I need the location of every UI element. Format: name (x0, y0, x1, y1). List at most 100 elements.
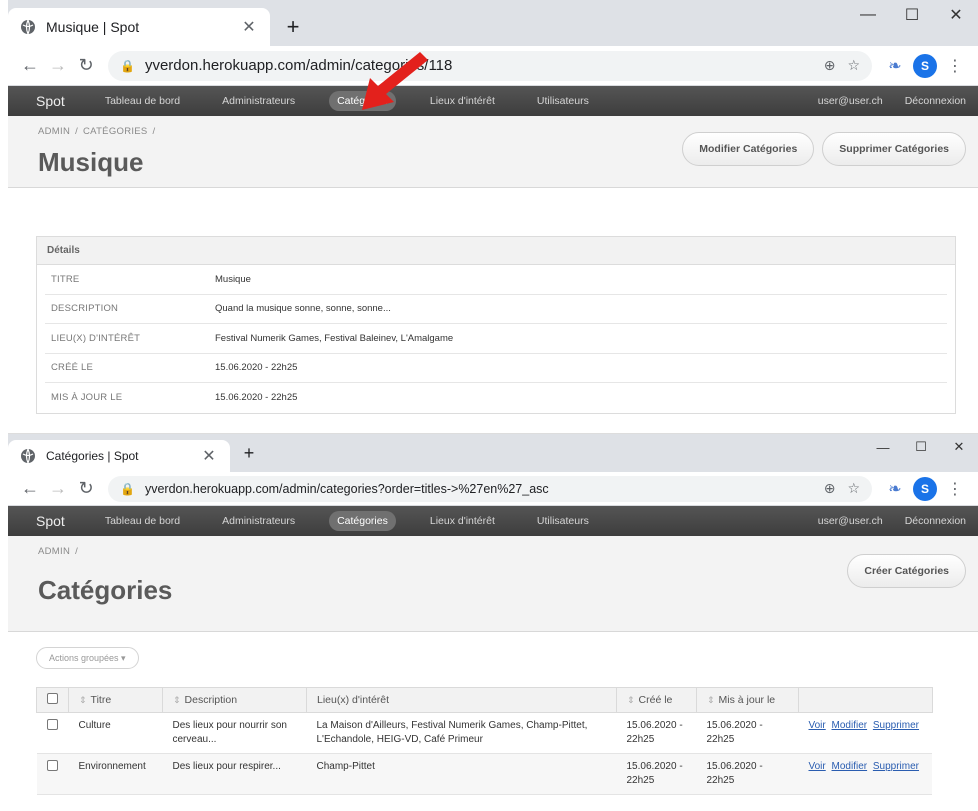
sort-icon: ⇕ (173, 695, 181, 705)
current-user[interactable]: user@user.ch (818, 95, 883, 107)
profile-avatar[interactable]: S (910, 51, 940, 81)
bookmark-star-icon[interactable]: ☆ (847, 57, 860, 74)
cell-updated: 15.06.2020 - 22h25 (696, 712, 799, 754)
close-tab-icon[interactable]: ✕ (200, 446, 218, 466)
header-actions: Créer Catégories (839, 554, 966, 588)
menu-kebab-icon[interactable]: ⋮ (940, 51, 970, 81)
extension-feather-icon[interactable]: ❧ (880, 474, 910, 504)
delete-link[interactable]: Supprimer (873, 720, 919, 731)
app-navbar: Spot Tableau de bord Administrateurs Cat… (8, 506, 978, 536)
edit-link[interactable]: Modifier (832, 720, 868, 731)
globe-icon (21, 448, 35, 464)
maximize-icon[interactable]: ☐ (890, 0, 934, 30)
url-text: yverdon.herokuapp.com/admin/categories?o… (144, 481, 549, 496)
nav-users[interactable]: Utilisateurs (529, 91, 597, 111)
delete-category-button[interactable]: Supprimer Catégories (822, 132, 966, 166)
edit-link[interactable]: Modifier (832, 761, 868, 772)
cell-actions: Voir Modifier Supprimer (798, 753, 933, 795)
address-bar-row: ← → ↻ 🔒 yverdon.herokuapp.com/admin/cate… (8, 472, 978, 506)
nav-places[interactable]: Lieux d'intérêt (422, 511, 503, 531)
close-window-icon[interactable]: ✕ (934, 0, 978, 30)
details-panel: Détails TITRE Musique DESCRIPTION Quand … (36, 236, 956, 414)
column-places: Lieu(x) d'intérêt (306, 687, 617, 713)
header-actions: Modifier Catégories Supprimer Catégories (674, 132, 966, 166)
new-tab-icon[interactable]: + (236, 440, 262, 466)
bulk-actions-dropdown[interactable]: Actions groupées ▾ (36, 647, 139, 669)
minimize-icon[interactable]: — (864, 434, 902, 460)
browser-tab[interactable]: Musique | Spot ✕ (8, 8, 270, 46)
create-category-button[interactable]: Créer Catégories (847, 554, 966, 588)
cell-actions: Voir Modifier Supprimer (798, 712, 933, 754)
column-actions (798, 687, 933, 713)
select-all-header (36, 687, 69, 713)
column-created[interactable]: ⇕ Créé le (616, 687, 697, 713)
close-window-icon[interactable]: ✕ (940, 434, 978, 460)
nav-places[interactable]: Lieux d'intérêt (422, 91, 503, 111)
globe-icon (21, 19, 35, 35)
breadcrumb-admin[interactable]: ADMIN (38, 126, 70, 137)
current-user[interactable]: user@user.ch (818, 515, 883, 527)
breadcrumb-admin[interactable]: ADMIN (38, 546, 70, 557)
row-checkbox[interactable] (46, 719, 58, 730)
column-updated[interactable]: ⇕ Mis à jour le (696, 687, 799, 713)
cell-description: Des lieux pour nourrir son cerveau... (162, 712, 307, 754)
column-description[interactable]: ⇕ Description (162, 687, 307, 713)
tab-strip: Musique | Spot ✕ + — ☐ ✕ (8, 0, 978, 46)
nav-dashboard[interactable]: Tableau de bord (97, 511, 188, 531)
zoom-icon[interactable]: ⊕ (824, 57, 836, 74)
nav-administrators[interactable]: Administrateurs (214, 511, 303, 531)
logout-link[interactable]: Déconnexion (905, 95, 966, 107)
sort-icon: ⇕ (707, 695, 715, 705)
reload-icon[interactable]: ↻ (72, 475, 100, 503)
bookmark-star-icon[interactable]: ☆ (847, 480, 860, 497)
view-link[interactable]: Voir (809, 720, 826, 731)
window-controls: — ☐ ✕ (846, 0, 978, 30)
forward-icon[interactable]: → (44, 475, 72, 503)
red-arrow-annotation-icon (362, 52, 428, 110)
column-title[interactable]: ⇕ Titre (68, 687, 163, 713)
edit-category-button[interactable]: Modifier Catégories (682, 132, 815, 166)
sort-icon: ⇕ (79, 695, 87, 705)
new-tab-icon[interactable]: + (280, 14, 306, 40)
lock-icon: 🔒 (120, 481, 135, 496)
forward-icon[interactable]: → (44, 52, 72, 80)
delete-link[interactable]: Supprimer (873, 761, 919, 772)
browser-tab[interactable]: Catégories | Spot ✕ (8, 440, 230, 472)
sort-icon: ⇕ (627, 695, 635, 705)
cell-title: Environnement (68, 753, 163, 795)
brand-link[interactable]: Spot (36, 93, 65, 109)
zoom-icon[interactable]: ⊕ (824, 480, 836, 497)
brand-link[interactable]: Spot (36, 513, 65, 529)
row-checkbox[interactable] (46, 760, 58, 771)
maximize-icon[interactable]: ☐ (902, 434, 940, 460)
extension-feather-icon[interactable]: ❧ (880, 51, 910, 81)
back-icon[interactable]: ← (16, 475, 44, 503)
nav-categories[interactable]: Catégories (329, 511, 396, 531)
reload-icon[interactable]: ↻ (72, 52, 100, 80)
page-header: ADMIN / CATÉGORIES / Musique Modifier Ca… (8, 116, 978, 188)
select-all-checkbox[interactable] (47, 693, 58, 704)
screenshot-category-detail: Musique | Spot ✕ + — ☐ ✕ ← → ↻ 🔒 yverdon… (8, 0, 978, 425)
menu-kebab-icon[interactable]: ⋮ (940, 474, 970, 504)
url-field[interactable]: 🔒 yverdon.herokuapp.com/admin/categories… (108, 475, 872, 502)
nav-users[interactable]: Utilisateurs (529, 511, 597, 531)
breadcrumb: ADMIN / (38, 546, 79, 557)
window-controls: — ☐ ✕ (864, 434, 978, 460)
url-text: yverdon.herokuapp.com/admin/categories/1… (144, 57, 453, 74)
cell-title: Culture (68, 712, 163, 754)
profile-avatar[interactable]: S (910, 474, 940, 504)
details-panel-title: Détails (37, 237, 955, 265)
page-header: ADMIN / Catégories Créer Catégories (8, 536, 978, 632)
nav-administrators[interactable]: Administrateurs (214, 91, 303, 111)
breadcrumb-categories[interactable]: CATÉGORIES (83, 126, 148, 137)
close-tab-icon[interactable]: ✕ (240, 17, 258, 37)
nav-dashboard[interactable]: Tableau de bord (97, 91, 188, 111)
url-field[interactable]: 🔒 yverdon.herokuapp.com/admin/categories… (108, 50, 872, 81)
back-icon[interactable]: ← (16, 52, 44, 80)
screenshot-category-list: Catégories | Spot ✕ + — ☐ ✕ ← → ↻ 🔒 yver… (8, 433, 978, 811)
tab-title: Catégories | Spot (46, 449, 139, 463)
view-link[interactable]: Voir (809, 761, 826, 772)
logout-link[interactable]: Déconnexion (905, 515, 966, 527)
table-row: Environnement Des lieux pour respirer...… (36, 753, 933, 795)
minimize-icon[interactable]: — (846, 0, 890, 30)
